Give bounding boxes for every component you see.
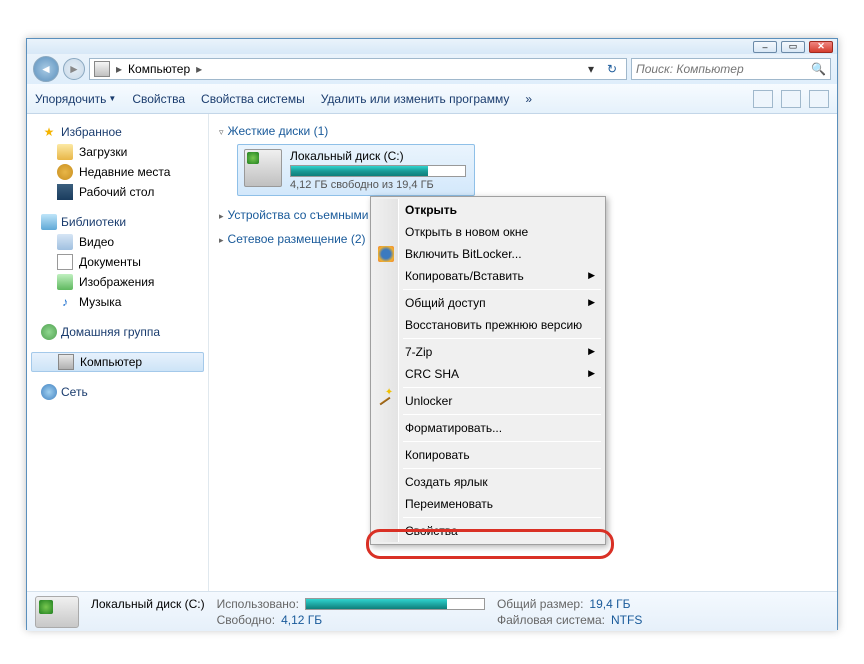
maximize-button[interactable]: ▭ xyxy=(781,41,805,53)
ctx-7zip[interactable]: 7-Zip▶ xyxy=(373,341,603,363)
ctx-properties[interactable]: Свойства xyxy=(373,520,603,542)
search-input[interactable] xyxy=(636,62,811,76)
ctx-open-new-window[interactable]: Открыть в новом окне xyxy=(373,221,603,243)
libraries-group[interactable]: Библиотеки xyxy=(27,212,208,232)
ctx-crc-sha[interactable]: CRC SHA▶ xyxy=(373,363,603,385)
video-icon xyxy=(57,234,73,250)
drive-c[interactable]: Локальный диск (C:) 4,12 ГБ свободно из … xyxy=(237,144,475,196)
used-label: Использовано: xyxy=(217,597,299,611)
ctx-create-shortcut[interactable]: Создать ярлык xyxy=(373,471,603,493)
sidebar-item-documents[interactable]: Документы xyxy=(27,252,208,272)
usage-bar xyxy=(305,598,485,610)
context-menu: Открыть Открыть в новом окне Включить Bi… xyxy=(370,196,606,545)
free-label: Свободно: xyxy=(217,613,276,627)
path-dropdown-icon[interactable]: ▾ xyxy=(584,62,598,76)
document-icon xyxy=(57,254,73,270)
chevron-right-icon: ▶ xyxy=(588,297,595,308)
refresh-icon[interactable]: ↻ xyxy=(602,62,622,76)
expand-icon: ▸ xyxy=(219,235,224,245)
hdd-section[interactable]: ▿Жесткие диски (1) xyxy=(219,120,827,144)
ctx-unlocker[interactable]: Unlocker xyxy=(373,390,603,412)
network-group[interactable]: Сеть xyxy=(27,382,208,402)
homegroup-icon xyxy=(41,324,57,340)
address-bar: ◄ ► ▸ Компьютер ▸ ▾ ↻ 🔍 xyxy=(27,54,837,84)
folder-icon xyxy=(57,144,73,160)
toolbar: Упорядочить▼ Свойства Свойства системы У… xyxy=(27,84,837,114)
sidebar-item-images[interactable]: Изображения xyxy=(27,272,208,292)
collapse-icon: ▿ xyxy=(219,127,224,137)
drive-usage-bar xyxy=(290,165,466,177)
view-button[interactable] xyxy=(753,90,773,108)
titlebar: – ▭ ✕ xyxy=(27,39,837,54)
chevron-right-icon: ▶ xyxy=(588,368,595,379)
back-button[interactable]: ◄ xyxy=(33,56,59,82)
ctx-restore-previous[interactable]: Восстановить прежнюю версию xyxy=(373,314,603,336)
chevron-right-icon: ▶ xyxy=(588,346,595,357)
sidebar-item-downloads[interactable]: Загрузки xyxy=(27,142,208,162)
free-value: 4,12 ГБ xyxy=(281,613,322,627)
help-button[interactable] xyxy=(809,90,829,108)
details-pane: Локальный диск (C:) Локальный диск (C:) … xyxy=(27,591,837,631)
computer-icon xyxy=(94,61,110,77)
ctx-copy-paste[interactable]: Копировать/Вставить▶ xyxy=(373,265,603,287)
close-button[interactable]: ✕ xyxy=(809,41,833,53)
libraries-icon xyxy=(41,214,57,230)
network-icon xyxy=(41,384,57,400)
computer-icon xyxy=(58,354,74,370)
search-icon[interactable]: 🔍 xyxy=(811,62,826,76)
total-value: 19,4 ГБ xyxy=(589,597,630,611)
fs-label: Файловая система: xyxy=(497,613,605,627)
toolbar-overflow[interactable]: » xyxy=(525,92,532,106)
music-icon: ♪ xyxy=(57,294,73,310)
path-box[interactable]: ▸ Компьютер ▸ ▾ ↻ xyxy=(89,58,627,80)
desktop-icon xyxy=(57,184,73,200)
navigation-pane: ★Избранное Загрузки Недавние места Рабоч… xyxy=(27,114,209,591)
organize-menu[interactable]: Упорядочить▼ xyxy=(35,92,116,106)
chevron-right-icon[interactable]: ▸ xyxy=(194,62,204,76)
ctx-bitlocker[interactable]: Включить BitLocker... xyxy=(373,243,603,265)
homegroup-group[interactable]: Домашняя группа xyxy=(27,322,208,342)
shield-icon xyxy=(378,246,394,262)
search-box[interactable]: 🔍 xyxy=(631,58,831,80)
wand-icon xyxy=(380,397,391,406)
sidebar-item-videos[interactable]: Видео xyxy=(27,232,208,252)
star-icon: ★ xyxy=(41,124,57,140)
chevron-right-icon: ▶ xyxy=(588,270,595,281)
drive-icon xyxy=(35,596,79,628)
ctx-open[interactable]: Открыть xyxy=(373,199,603,221)
fs-value: NTFS xyxy=(611,613,642,627)
properties-button[interactable]: Свойства xyxy=(132,92,185,106)
sidebar-item-recent[interactable]: Недавние места xyxy=(27,162,208,182)
drive-free-text: 4,12 ГБ свободно из 19,4 ГБ xyxy=(290,179,468,191)
preview-pane-button[interactable] xyxy=(781,90,801,108)
ctx-rename[interactable]: Переименовать xyxy=(373,493,603,515)
uninstall-button[interactable]: Удалить или изменить программу xyxy=(321,92,510,106)
recent-icon xyxy=(57,164,73,180)
expand-icon: ▸ xyxy=(219,211,224,221)
drive-icon xyxy=(244,149,282,187)
forward-button[interactable]: ► xyxy=(63,58,85,80)
system-properties-button[interactable]: Свойства системы xyxy=(201,92,305,106)
ctx-format[interactable]: Форматировать... xyxy=(373,417,603,439)
total-label: Общий размер: xyxy=(497,597,583,611)
path-segment[interactable]: Компьютер xyxy=(128,62,190,76)
minimize-button[interactable]: – xyxy=(753,41,777,53)
ctx-share[interactable]: Общий доступ▶ xyxy=(373,292,603,314)
ctx-copy[interactable]: Копировать xyxy=(373,444,603,466)
chevron-right-icon: ▸ xyxy=(114,62,124,76)
sidebar-item-computer[interactable]: Компьютер xyxy=(31,352,204,372)
sidebar-item-music[interactable]: ♪Музыка xyxy=(27,292,208,312)
image-icon xyxy=(57,274,73,290)
favorites-group[interactable]: ★Избранное xyxy=(27,122,208,142)
drive-name: Локальный диск (C:) xyxy=(290,149,468,163)
sidebar-item-desktop[interactable]: Рабочий стол xyxy=(27,182,208,202)
status-drive-name: Локальный диск (C:) xyxy=(91,597,205,611)
